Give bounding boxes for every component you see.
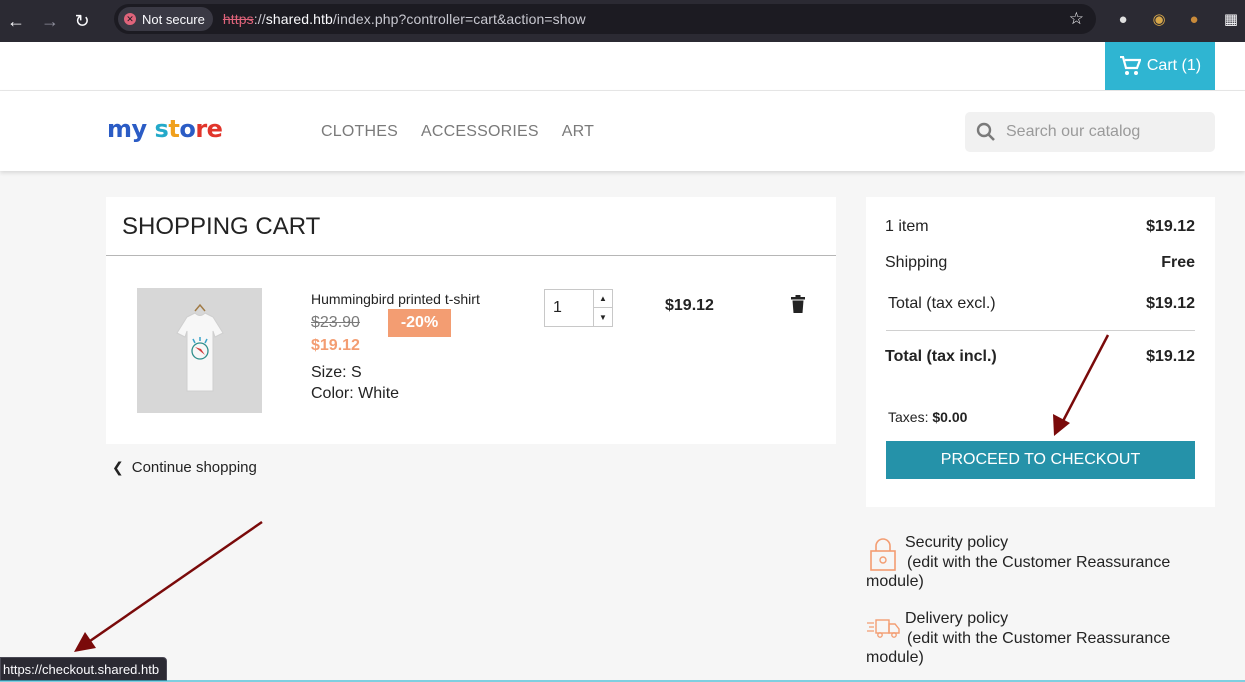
shopping-cart-panel: SHOPPING CART Hummingbird printed t-shir… [106, 197, 836, 444]
summary-shipping-row: Shipping Free [885, 254, 1195, 272]
summary-items-row: 1 item $19.12 [885, 218, 1195, 236]
bookmark-star-icon[interactable]: ☆ [1069, 9, 1084, 29]
cart-icon [1119, 56, 1141, 75]
store-logo[interactable]: my store [107, 115, 223, 143]
proceed-to-checkout-button[interactable]: PROCEED TO CHECKOUT [886, 441, 1195, 479]
line-total: $19.12 [665, 297, 714, 314]
back-icon[interactable]: ← [0, 3, 34, 39]
taxes-line: Taxes: $0.00 [888, 409, 967, 425]
header-nav-bar: Cart (1) [0, 42, 1245, 91]
url-path: /index.php?controller=cart&action=show [332, 11, 586, 27]
cookie-extension-icon[interactable]: ◉ [1148, 8, 1170, 30]
continue-shopping-label: Continue shopping [131, 459, 257, 476]
menu-item-clothes[interactable]: CLOTHES [321, 123, 398, 141]
delete-icon[interactable] [791, 295, 805, 313]
continue-shopping-link[interactable]: ❮ Continue shopping [112, 459, 257, 476]
quantity-input[interactable]: 1 [545, 290, 594, 326]
padlock-icon [870, 538, 896, 571]
url-host: shared.htb [265, 11, 333, 27]
url-text[interactable]: https://shared.htb/index.php?controller=… [223, 11, 586, 27]
site-header: my store CLOTHES ACCESSORIES ART [0, 91, 1245, 171]
summary-total-excl-row: Total (tax excl.) $19.12 [888, 295, 1195, 313]
warning-icon: ✕ [124, 13, 136, 25]
search-input[interactable] [1006, 123, 1206, 141]
size-attribute: Size: S [311, 364, 362, 382]
security-indicator[interactable]: ✕ Not secure [118, 7, 213, 31]
regular-price: $23.90 [311, 314, 360, 331]
color-value: White [358, 385, 400, 402]
shipping-value: Free [1161, 254, 1195, 271]
address-bar[interactable]: ✕ Not secure https://shared.htb/index.ph… [114, 4, 1096, 34]
security-policy-note: (edit with the Customer Reassurance modu… [866, 553, 1171, 591]
cart-summary: 1 item $19.12 Shipping Free Total (tax e… [866, 197, 1215, 507]
cart-button[interactable]: Cart (1) [1105, 42, 1215, 90]
tshirt-image [175, 303, 224, 391]
items-label: 1 item [885, 218, 929, 235]
color-attribute: Color: White [311, 385, 399, 403]
total-incl-label: Total (tax incl.) [885, 348, 997, 365]
menu-item-art[interactable]: ART [562, 123, 594, 141]
product-image[interactable] [137, 288, 262, 413]
browser-toolbar: ← → ↻ ✕ Not secure https://shared.htb/in… [0, 0, 1245, 42]
increase-quantity-icon[interactable]: ▲ [594, 290, 612, 308]
delivery-policy-block: Delivery policy (edit with the Customer … [866, 609, 1206, 668]
delivery-truck-icon [867, 619, 900, 638]
shipping-label: Shipping [885, 254, 948, 271]
taxes-value: $0.00 [932, 409, 968, 425]
url-scheme: https [222, 11, 254, 27]
total-excl-label: Total (tax excl.) [888, 295, 996, 312]
chevron-left-icon: ❮ [112, 459, 124, 475]
decrease-quantity-icon[interactable]: ▼ [594, 308, 612, 326]
size-value: S [351, 364, 362, 381]
delivery-policy-title: Delivery policy [905, 610, 1009, 627]
total-excl-value: $19.12 [1146, 295, 1195, 312]
divider [106, 255, 836, 256]
search-icon[interactable] [975, 121, 997, 143]
quantity-stepper: 1 ▲ ▼ [544, 289, 613, 327]
sale-price: $19.12 [311, 337, 360, 354]
annotation-arrow-status [74, 520, 263, 652]
delivery-policy-note: (edit with the Customer Reassurance modu… [866, 629, 1171, 667]
product-name[interactable]: Hummingbird printed t-shirt [311, 291, 480, 307]
taxes-label: Taxes: [888, 409, 929, 425]
summary-total-incl-row: Total (tax incl.) $19.12 [885, 348, 1195, 366]
security-policy-block: Security policy (edit with the Customer … [866, 533, 1206, 592]
reload-icon[interactable]: ↻ [64, 3, 100, 39]
extensions-puzzle-icon[interactable]: ▦ [1220, 8, 1242, 30]
page-title: SHOPPING CART [122, 213, 321, 240]
color-label: Color: [311, 385, 354, 402]
total-incl-value: $19.12 [1146, 348, 1195, 365]
items-value: $19.12 [1146, 218, 1195, 235]
security-label: Not secure [142, 11, 205, 27]
search-box [965, 112, 1215, 152]
menu-item-accessories[interactable]: ACCESSORIES [421, 123, 539, 141]
cart-label: Cart (1) [1146, 57, 1202, 74]
extension-icon[interactable]: ● [1112, 8, 1134, 30]
summary-divider [886, 330, 1195, 331]
size-label: Size: [311, 364, 347, 381]
security-policy-title: Security policy [905, 534, 1009, 551]
main-menu: CLOTHES ACCESSORIES ART [321, 123, 594, 141]
forward-icon[interactable]: → [32, 3, 68, 39]
url-separator: :// [253, 11, 266, 27]
discount-badge: -20% [388, 309, 451, 337]
link-status-bar: https://checkout.shared.htb [0, 657, 168, 681]
cookie-editor-icon[interactable]: ● [1183, 8, 1205, 30]
